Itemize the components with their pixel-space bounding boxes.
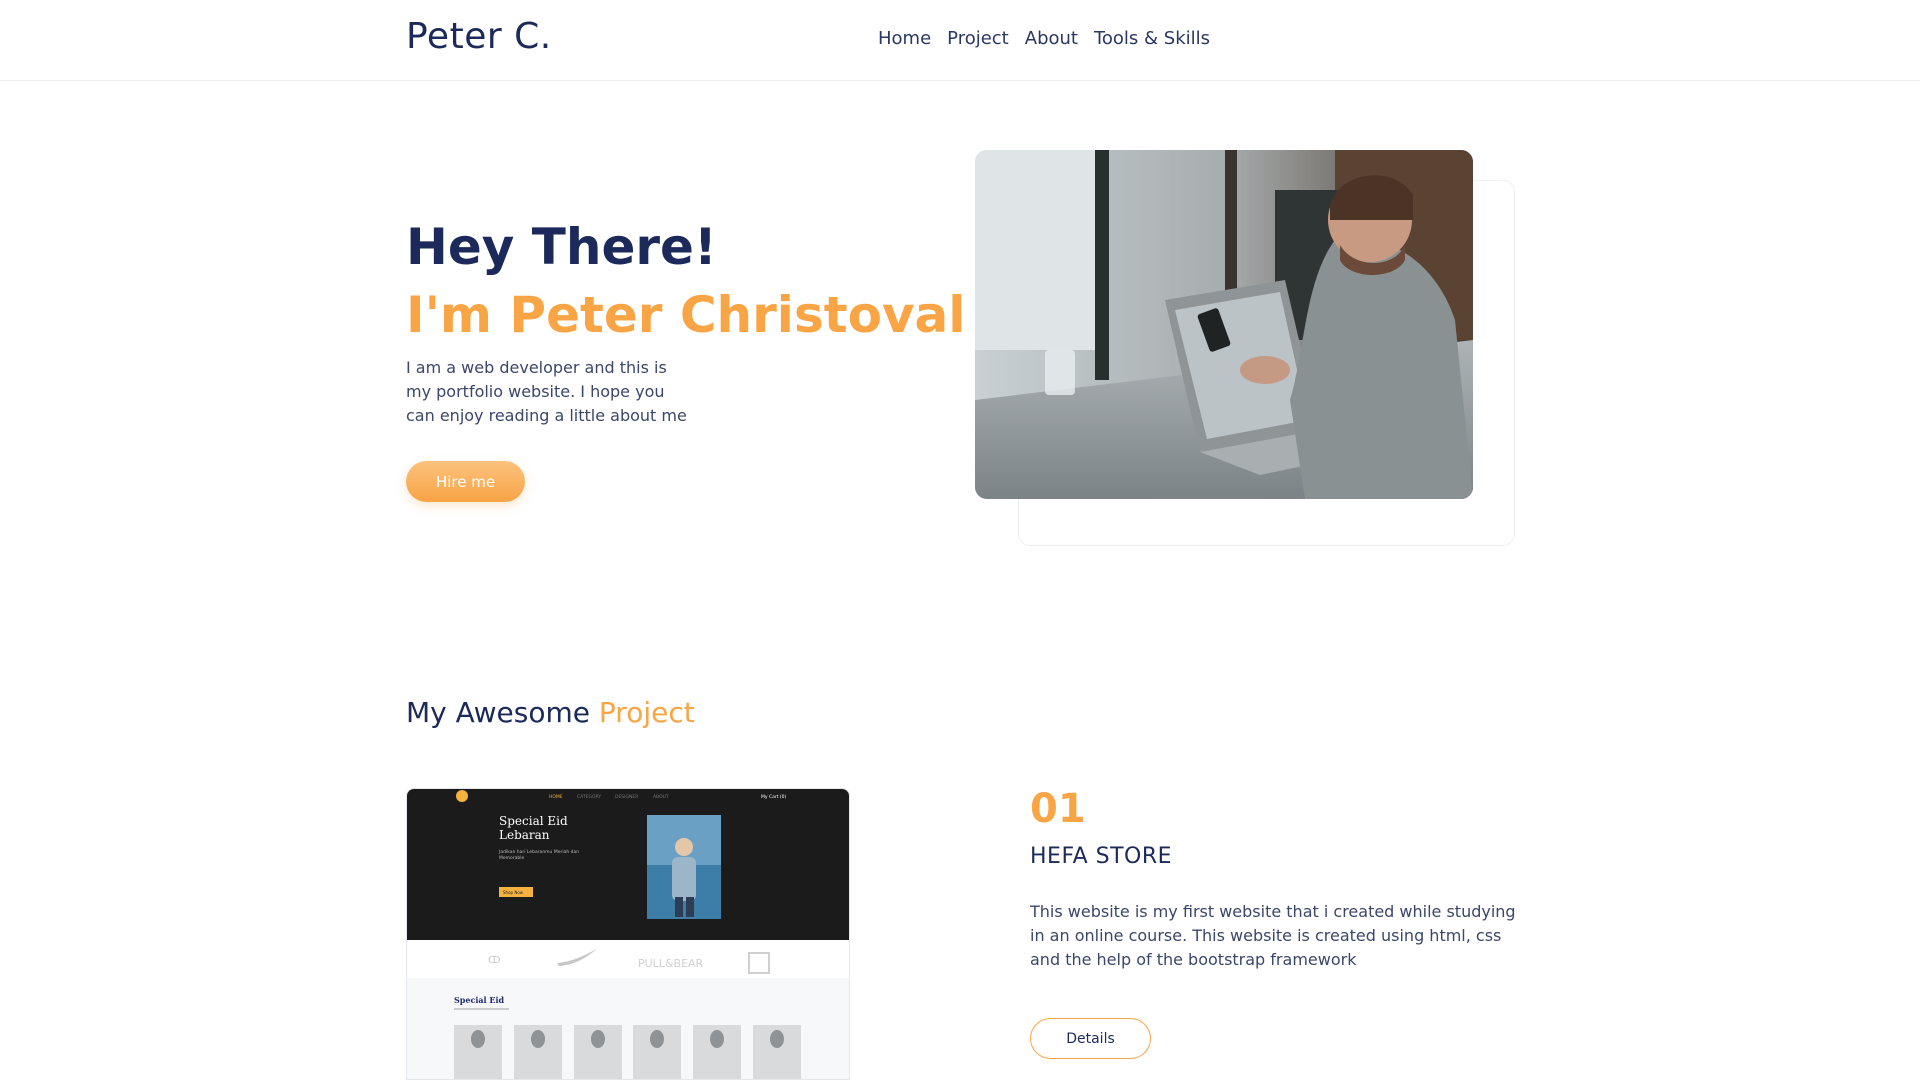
hire-me-button[interactable]: Hire me bbox=[406, 461, 525, 502]
project-screenshot[interactable]: HOME CATEGORY DESIGNER ABOUT My Cart (0)… bbox=[406, 788, 850, 1080]
screenshot-section-title: Special Eid bbox=[454, 995, 505, 1005]
project-description: This website is my first website that i … bbox=[1030, 902, 1516, 969]
hero-photo bbox=[975, 150, 1473, 499]
project-name: HEFA STORE bbox=[1030, 844, 1173, 869]
screenshot-banner-title-1: Special Eid bbox=[499, 814, 568, 828]
screenshot-cart: My Cart (0) bbox=[761, 794, 787, 800]
project-details-button[interactable]: Details bbox=[1030, 1018, 1151, 1059]
screenshot-banner-sub-1: Jadikan hari Lebaranmu Meriah dan bbox=[498, 849, 579, 855]
nav-link-about[interactable]: About bbox=[1025, 28, 1078, 49]
screenshot-brand-pullbear: PULL&BEAR bbox=[638, 957, 704, 970]
hero-description: I am a web developer and this is my port… bbox=[406, 358, 687, 425]
screenshot-logo-icon bbox=[456, 790, 468, 802]
nav-link-tools-skills[interactable]: Tools & Skills bbox=[1094, 28, 1210, 49]
nav-link-project[interactable]: Project bbox=[947, 28, 1009, 49]
projects-heading: My Awesome Project bbox=[406, 696, 695, 729]
hero-greeting: Hey There! bbox=[406, 218, 717, 276]
main-nav: Home Project About Tools & Skills bbox=[878, 28, 1210, 49]
nav-link-home[interactable]: Home bbox=[878, 28, 931, 49]
screenshot-nav-category: CATEGORY bbox=[577, 794, 601, 800]
screenshot-banner-sub-2: Memorable bbox=[499, 855, 525, 861]
projects-heading-prefix: My Awesome bbox=[406, 696, 590, 729]
screenshot-banner-title-2: Lebaran bbox=[499, 828, 550, 842]
brand-logo[interactable]: Peter C. bbox=[406, 16, 552, 57]
screenshot-nav-designer: DESIGNER bbox=[615, 794, 638, 800]
screenshot-brand-chanel-icon: ↀ bbox=[488, 955, 500, 966]
screenshot-nav-about: ABOUT bbox=[653, 794, 669, 800]
projects-heading-accent: Project bbox=[598, 696, 695, 729]
navbar: Peter C. Home Project About Tools & Skil… bbox=[0, 0, 1920, 81]
project-number: 01 bbox=[1030, 786, 1086, 832]
hero-name: I'm Peter Christoval bbox=[406, 286, 966, 344]
screenshot-banner-button: Shop Now bbox=[503, 890, 524, 895]
screenshot-nav-home: HOME bbox=[549, 794, 563, 800]
